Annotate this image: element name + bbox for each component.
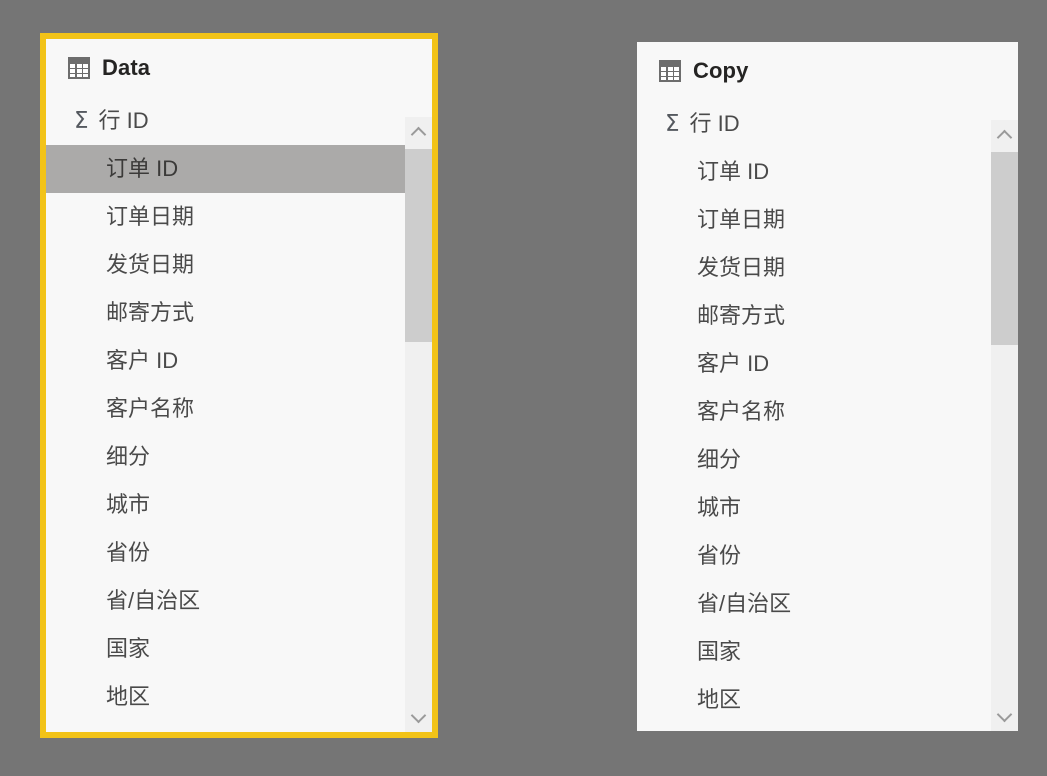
vertical-scrollbar[interactable] bbox=[405, 117, 432, 732]
field-row[interactable]: 地区 bbox=[637, 676, 1018, 724]
field-label: 地区 bbox=[106, 684, 151, 709]
panel-title: Data bbox=[102, 55, 151, 80]
field-label: 客户名称 bbox=[697, 399, 786, 424]
field-row-selected[interactable]: 订单 ID bbox=[46, 145, 432, 193]
chevron-down-icon bbox=[410, 707, 427, 723]
field-row[interactable]: 订单日期 bbox=[637, 196, 1018, 244]
field-label: 城市 bbox=[106, 492, 151, 517]
field-row-measure[interactable]: Σ 行 ID bbox=[46, 97, 432, 145]
field-label: 国家 bbox=[697, 639, 742, 664]
field-label: 订单 ID bbox=[106, 156, 179, 181]
panel-header-data[interactable]: Data bbox=[46, 39, 432, 97]
field-label: 省份 bbox=[106, 540, 151, 565]
field-row[interactable]: 邮寄方式 bbox=[637, 292, 1018, 340]
field-label: 省/自治区 bbox=[697, 591, 792, 616]
field-row[interactable]: 省份 bbox=[46, 529, 432, 577]
field-label: 客户名称 bbox=[106, 396, 195, 421]
field-list-copy[interactable]: Σ 行 ID 订单 ID 订单日期 发货日期 邮寄方式 客户 ID 客户名称 细… bbox=[637, 100, 1018, 731]
vertical-scrollbar[interactable] bbox=[991, 120, 1018, 731]
field-row[interactable]: 订单 ID bbox=[637, 148, 1018, 196]
field-label: 客户 ID bbox=[697, 351, 770, 376]
scroll-up-button[interactable] bbox=[405, 117, 432, 147]
scrollbar-thumb[interactable] bbox=[991, 152, 1018, 345]
field-label: 细分 bbox=[697, 447, 742, 472]
field-row[interactable]: 城市 bbox=[637, 484, 1018, 532]
field-row[interactable]: 国家 bbox=[46, 625, 432, 673]
field-label: 订单日期 bbox=[106, 204, 195, 229]
field-row[interactable]: 细分 bbox=[637, 436, 1018, 484]
field-row[interactable]: 客户名称 bbox=[46, 385, 432, 433]
field-list-data[interactable]: Σ 行 ID 订单 ID 订单日期 发货日期 邮寄方式 客户 ID 客户名称 细… bbox=[46, 97, 432, 732]
sigma-icon: Σ bbox=[74, 107, 89, 134]
chevron-up-icon bbox=[410, 126, 427, 142]
field-row[interactable]: 省份 bbox=[637, 532, 1018, 580]
field-label: 省/自治区 bbox=[106, 588, 201, 613]
panel-body: Data Σ 行 ID 订单 ID 订单日期 发货日期 邮寄方式 客户 ID 客… bbox=[46, 39, 432, 732]
field-panel-data[interactable]: Data Σ 行 ID 订单 ID 订单日期 发货日期 邮寄方式 客户 ID 客… bbox=[40, 33, 438, 738]
panel-title: Copy bbox=[693, 58, 749, 83]
field-label: 订单 ID bbox=[697, 159, 770, 184]
field-panel-copy[interactable]: Copy Σ 行 ID 订单 ID 订单日期 发货日期 邮寄方式 客户 ID 客… bbox=[637, 42, 1018, 731]
scrollbar-thumb[interactable] bbox=[405, 149, 432, 342]
field-row[interactable]: 客户 ID bbox=[637, 340, 1018, 388]
chevron-down-icon bbox=[996, 706, 1013, 722]
field-label: 地区 bbox=[697, 687, 742, 712]
field-row[interactable]: 客户名称 bbox=[637, 388, 1018, 436]
field-label: 行 ID bbox=[98, 108, 149, 133]
field-label: 订单日期 bbox=[697, 207, 786, 232]
field-label: 城市 bbox=[697, 495, 742, 520]
field-label: 发货日期 bbox=[106, 252, 195, 277]
field-row[interactable]: 客户 ID bbox=[46, 337, 432, 385]
field-row[interactable]: 邮寄方式 bbox=[46, 289, 432, 337]
field-label: 发货日期 bbox=[697, 255, 786, 280]
field-label: 细分 bbox=[106, 444, 151, 469]
field-row[interactable]: 城市 bbox=[46, 481, 432, 529]
panel-header-copy[interactable]: Copy bbox=[637, 42, 1018, 100]
chevron-up-icon bbox=[996, 129, 1013, 145]
field-label: 邮寄方式 bbox=[106, 300, 195, 325]
table-icon bbox=[659, 60, 681, 82]
field-row[interactable]: 发货日期 bbox=[637, 244, 1018, 292]
field-row[interactable]: 发货日期 bbox=[46, 241, 432, 289]
field-label: 客户 ID bbox=[106, 348, 179, 373]
field-row[interactable]: 细分 bbox=[46, 433, 432, 481]
panel-body: Copy Σ 行 ID 订单 ID 订单日期 发货日期 邮寄方式 客户 ID 客… bbox=[637, 42, 1018, 731]
scroll-down-button[interactable] bbox=[405, 702, 432, 732]
field-row[interactable]: 地区 bbox=[46, 673, 432, 721]
field-label: 邮寄方式 bbox=[697, 303, 786, 328]
field-label: 行 ID bbox=[689, 111, 740, 136]
sigma-icon: Σ bbox=[665, 110, 680, 137]
field-row[interactable]: 国家 bbox=[637, 628, 1018, 676]
field-row-measure[interactable]: Σ 行 ID bbox=[637, 100, 1018, 148]
scroll-down-button[interactable] bbox=[991, 701, 1018, 731]
field-row[interactable]: 省/自治区 bbox=[46, 577, 432, 625]
table-icon bbox=[68, 57, 90, 79]
field-label: 省份 bbox=[697, 543, 742, 568]
field-row[interactable]: 订单日期 bbox=[46, 193, 432, 241]
field-label: 国家 bbox=[106, 636, 151, 661]
field-row[interactable]: 省/自治区 bbox=[637, 580, 1018, 628]
scroll-up-button[interactable] bbox=[991, 120, 1018, 150]
